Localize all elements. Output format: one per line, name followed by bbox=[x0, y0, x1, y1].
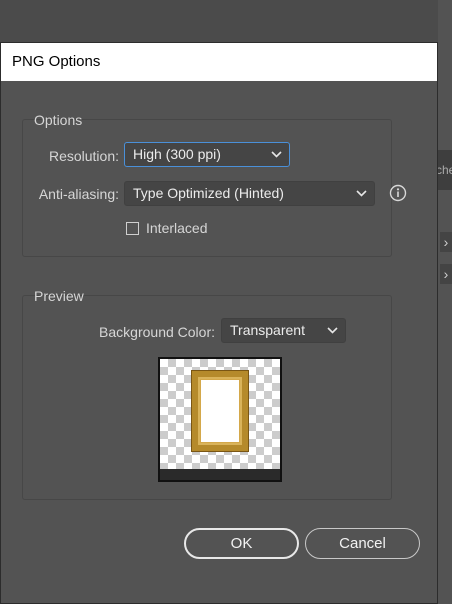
chevron-right-icon[interactable]: › bbox=[440, 264, 452, 284]
background-panel bbox=[438, 0, 452, 604]
picture-frame-image bbox=[192, 371, 248, 451]
chevron-down-icon bbox=[354, 182, 368, 205]
dialog-title: PNG Options bbox=[1, 43, 437, 81]
background-tab[interactable]: che bbox=[438, 150, 452, 190]
anti-aliasing-label: Anti-aliasing: bbox=[38, 186, 119, 202]
anti-aliasing-select[interactable]: Type Optimized (Hinted) bbox=[124, 181, 375, 206]
chevron-down-icon bbox=[269, 143, 283, 166]
chevron-right-icon[interactable]: › bbox=[440, 232, 452, 252]
interlaced-checkbox[interactable] bbox=[126, 222, 139, 235]
anti-aliasing-value: Type Optimized (Hinted) bbox=[133, 185, 284, 201]
chevron-down-icon bbox=[325, 319, 339, 342]
resolution-value: High (300 ppi) bbox=[133, 146, 221, 162]
info-icon[interactable] bbox=[389, 184, 407, 202]
ok-button[interactable]: OK bbox=[184, 528, 299, 559]
cancel-button[interactable]: Cancel bbox=[305, 528, 420, 559]
resolution-select[interactable]: High (300 ppi) bbox=[124, 142, 290, 167]
interlaced-label[interactable]: Interlaced bbox=[146, 220, 207, 236]
options-group-title: Options bbox=[34, 112, 83, 128]
background-color-label: Background Color: bbox=[99, 324, 215, 340]
resolution-label: Resolution: bbox=[48, 148, 119, 164]
background-color-select[interactable]: Transparent bbox=[221, 318, 346, 343]
png-options-dialog: PNG Options Options Resolution: High (30… bbox=[0, 42, 438, 604]
preview-group-title: Preview bbox=[34, 288, 84, 304]
background-color-value: Transparent bbox=[230, 322, 305, 338]
preview-thumbnail bbox=[158, 357, 282, 482]
